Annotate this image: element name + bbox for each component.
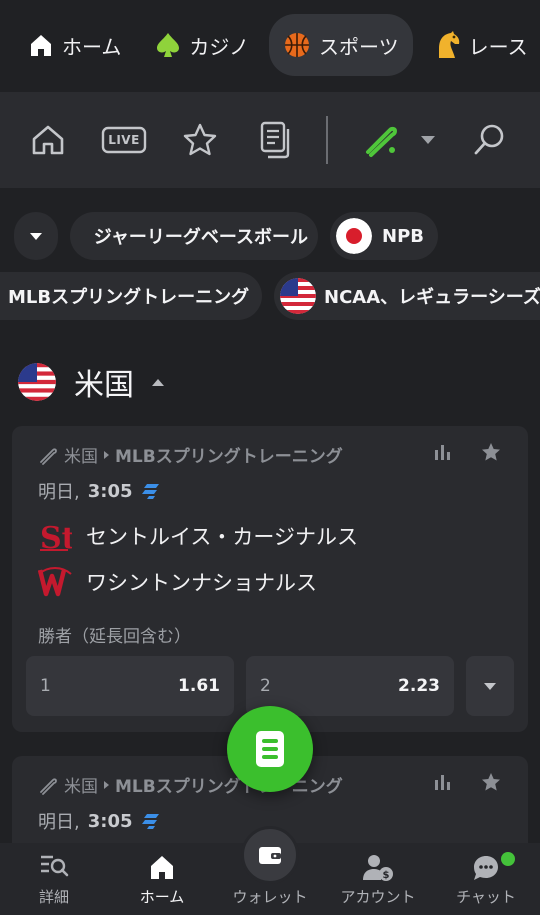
chip-major-league-baseball[interactable]: ジャーリーグベースボール xyxy=(70,212,318,260)
breadcrumb-country: 米国 xyxy=(64,447,98,467)
sport-selector-button[interactable] xyxy=(356,92,404,188)
nav-chat[interactable]: チャット xyxy=(436,843,536,915)
live-label: LIVE xyxy=(108,133,140,147)
chevron-down-icon xyxy=(30,232,42,240)
tab-casino[interactable]: カジノ xyxy=(141,14,263,76)
match-time: 3:05 xyxy=(87,810,133,832)
tab-sports-label: スポーツ xyxy=(319,34,399,59)
top-nav: ホーム カジノ スポーツ レース xyxy=(0,0,540,90)
account-icon: $ xyxy=(363,855,393,881)
chevron-up-icon xyxy=(152,378,164,386)
star-icon[interactable] xyxy=(480,771,502,793)
star-icon xyxy=(183,123,217,156)
toolbar-divider xyxy=(326,116,328,164)
match-time: 3:05 xyxy=(87,480,133,502)
nav-label: 詳細 xyxy=(38,888,69,906)
sports-toolbar: LIVE xyxy=(0,92,540,188)
spade-icon xyxy=(157,33,180,57)
chat-notification-badge xyxy=(501,852,515,866)
tab-home[interactable]: ホーム xyxy=(14,14,135,76)
nav-label: ホーム xyxy=(139,888,185,906)
chevron-down-icon[interactable] xyxy=(421,136,435,144)
search-list-icon xyxy=(41,855,69,877)
breadcrumb-league: MLBスプリングトレーニング xyxy=(115,447,343,467)
wallet-icon xyxy=(259,847,281,864)
home-icon xyxy=(31,35,51,56)
odds-button-home[interactable]: 1 1.61 xyxy=(26,656,234,716)
nav-label: ウォレット xyxy=(232,888,308,906)
team-home: St セントルイス・カージナルス xyxy=(38,518,358,554)
nav-home[interactable]: ホーム xyxy=(112,843,212,915)
more-markets-button[interactable] xyxy=(466,656,514,716)
chip-label: ジャーリーグベースボール xyxy=(93,227,308,248)
tab-home-label: ホーム xyxy=(62,34,122,59)
chat-icon xyxy=(474,856,498,880)
my-bets-button[interactable] xyxy=(252,92,300,188)
odds-label: 2 xyxy=(260,676,271,696)
tab-racing-label: レース xyxy=(468,34,528,59)
basketball-icon xyxy=(285,33,310,57)
baseball-bat-icon xyxy=(40,447,57,465)
match-day: 明日, xyxy=(38,482,80,503)
country-name: 米国 xyxy=(74,368,134,403)
team-away-name: ワシントンナショナルス xyxy=(86,571,317,595)
search-button[interactable] xyxy=(466,92,514,188)
nav-label: アカウント xyxy=(340,888,416,906)
stats-icon[interactable] xyxy=(432,773,452,791)
betslip-icon xyxy=(256,731,284,767)
match-breadcrumb: 米国 MLBスプリングトレーニング xyxy=(38,442,343,467)
nationals-logo-icon xyxy=(38,567,72,597)
match-start-time: 明日, 3:05 xyxy=(38,808,161,834)
tab-casino-label: カジノ xyxy=(189,34,250,59)
cardinals-logo-icon: St xyxy=(40,521,72,554)
chip-expand-toggle[interactable] xyxy=(14,212,58,260)
live-stream-icon xyxy=(141,484,159,499)
breadcrumb-country: 米国 xyxy=(64,777,98,797)
match-start-time: 明日, 3:05 xyxy=(38,478,161,504)
nav-account[interactable]: $ アカウント xyxy=(328,843,428,915)
live-button[interactable]: LIVE xyxy=(100,92,148,188)
chip-mlb-spring-training[interactable]: MLBスプリングトレーニング xyxy=(0,272,262,320)
breadcrumb-league: MLBスプリングトレーニング xyxy=(115,777,343,797)
sports-home-button[interactable] xyxy=(24,92,72,188)
svg-text:$: $ xyxy=(383,870,390,881)
chip-ncaa-regular-season[interactable]: NCAA、レギュラーシーズン xyxy=(274,272,540,320)
odds-value: 2.23 xyxy=(398,676,440,696)
favorites-button[interactable] xyxy=(176,92,224,188)
tab-racing[interactable]: レース xyxy=(419,14,540,76)
country-section-header[interactable]: 米国 xyxy=(18,362,164,403)
search-icon xyxy=(474,124,504,155)
market-title: 勝者（延長回含む） xyxy=(38,627,191,647)
breadcrumb-separator-icon xyxy=(104,450,109,459)
japan-flag-icon xyxy=(336,218,372,254)
chip-label: MLBスプリングトレーニング xyxy=(8,287,250,308)
team-home-name: セントルイス・カージナルス xyxy=(86,525,358,549)
baseball-bat-icon xyxy=(40,777,57,795)
live-stream-icon xyxy=(141,814,159,829)
wallet-button[interactable] xyxy=(241,826,299,884)
team-away: ワシントンナショナルス xyxy=(38,564,317,600)
home-icon xyxy=(151,856,173,879)
betslip-fab-button[interactable] xyxy=(227,706,313,792)
chip-label: NPB xyxy=(382,225,424,247)
nav-details[interactable]: 詳細 xyxy=(4,843,104,915)
stats-icon[interactable] xyxy=(432,443,452,461)
horse-icon xyxy=(438,31,459,58)
usa-flag-icon xyxy=(18,363,56,401)
breadcrumb-separator-icon xyxy=(104,780,109,789)
nav-label: チャット xyxy=(456,888,516,906)
chip-npb[interactable]: NPB xyxy=(330,212,438,260)
usa-flag-icon xyxy=(280,278,316,314)
baseball-bat-icon xyxy=(366,126,398,157)
odds-label: 1 xyxy=(40,676,51,696)
tab-sports[interactable]: スポーツ xyxy=(269,14,413,76)
chip-label: NCAA、レギュラーシーズン xyxy=(324,287,540,308)
odds-value: 1.61 xyxy=(178,676,220,696)
star-icon[interactable] xyxy=(480,441,502,463)
match-card[interactable]: 米国 MLBスプリングトレーニング 明日, 3:05 St セントルイス・カージナ… xyxy=(12,426,528,732)
home-icon xyxy=(32,125,64,155)
match-day: 明日, xyxy=(38,812,80,833)
betslip-list-icon xyxy=(260,121,290,159)
chevron-down-icon xyxy=(484,682,496,690)
